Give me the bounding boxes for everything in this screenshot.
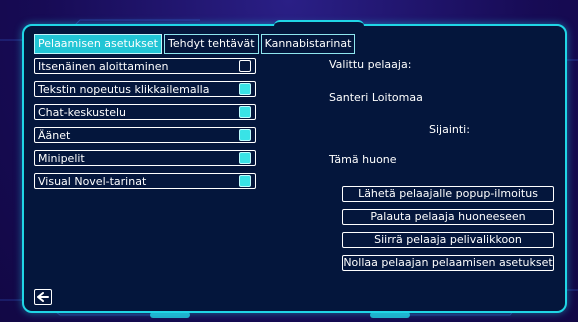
- setting-aanet[interactable]: Äänet: [34, 127, 256, 143]
- bottom-decoration-right: [370, 312, 410, 318]
- tab-bar: Pelaamisen asetukset Tehdyt tehtävät Kan…: [34, 34, 356, 54]
- setting-tekstin-nopeutus[interactable]: Tekstin nopeutus klikkailemalla: [34, 81, 256, 97]
- player-location: Tämä huone: [329, 153, 397, 166]
- selected-player-name: Santeri Loitomaa: [329, 91, 423, 104]
- setting-minipelit[interactable]: Minipelit: [34, 150, 256, 166]
- setting-label: Itsenäinen aloittaminen: [38, 60, 169, 73]
- tab-tehdyt-tehtavat[interactable]: Tehdyt tehtävät: [164, 34, 259, 54]
- arrow-left-icon: [37, 292, 49, 302]
- checkbox[interactable]: [239, 129, 251, 141]
- checkbox[interactable]: [239, 60, 251, 72]
- location-label: Sijainti:: [429, 123, 470, 136]
- bottom-decoration-left: [150, 312, 190, 318]
- send-popup-button[interactable]: Lähetä pelaajalle popup-ilmoitus: [342, 186, 554, 202]
- setting-chat-keskustelu[interactable]: Chat-keskustelu: [34, 104, 256, 120]
- panel-notch: [274, 20, 364, 30]
- setting-label: Äänet: [38, 129, 71, 142]
- setting-itsenainen-aloittaminen[interactable]: Itsenäinen aloittaminen: [34, 58, 256, 74]
- setting-label: Visual Novel-tarinat: [38, 175, 147, 188]
- setting-label: Tekstin nopeutus klikkailemalla: [38, 83, 210, 96]
- settings-panel: Pelaamisen asetukset Tehdyt tehtävät Kan…: [22, 20, 567, 313]
- reset-settings-button[interactable]: Nollaa pelaajan pelaamisen asetukset: [342, 255, 554, 271]
- checkbox[interactable]: [239, 175, 251, 187]
- setting-label: Chat-keskustelu: [38, 106, 126, 119]
- move-to-menu-button[interactable]: Siirrä pelaaja pelivalikkoon: [342, 232, 554, 248]
- checkbox[interactable]: [239, 152, 251, 164]
- checkbox[interactable]: [239, 106, 251, 118]
- tab-pelaamisen-asetukset[interactable]: Pelaamisen asetukset: [34, 34, 162, 54]
- back-button[interactable]: [34, 289, 52, 305]
- return-to-room-button[interactable]: Palauta pelaaja huoneeseen: [342, 209, 554, 225]
- tab-kannabistarinat[interactable]: Kannabistarinat: [260, 34, 356, 54]
- selected-player-label: Valittu pelaaja:: [329, 58, 412, 71]
- setting-label: Minipelit: [38, 152, 85, 165]
- checkbox[interactable]: [239, 83, 251, 95]
- setting-visual-novel-tarinat[interactable]: Visual Novel-tarinat: [34, 173, 256, 189]
